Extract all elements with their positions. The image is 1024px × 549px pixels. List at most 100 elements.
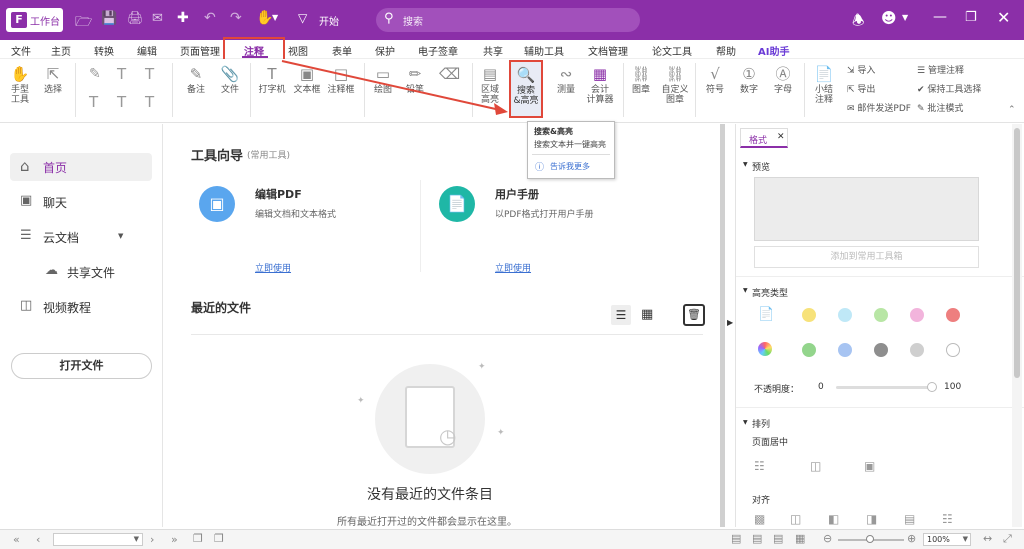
zoom-in-icon[interactable]: ⊕ [907,532,916,545]
main-scrollbar[interactable] [720,124,725,527]
grid-view-icon[interactable]: ▦ [641,305,653,325]
next-page-icon[interactable]: › [150,533,154,546]
fit-page-icon[interactable]: ↔ [983,532,992,545]
align-top-icon[interactable]: ▤ [904,512,915,526]
sidebar-cloud-label: 云文档 [43,231,80,245]
user-manual-desc: 以PDF格式打开用户手册 [495,210,594,220]
add-to-toolbox-button[interactable]: 添加到常用工具箱 [754,246,979,268]
align-center-icon[interactable]: ◫ [790,512,801,526]
edit-pdf-icon: ▣ [199,186,235,222]
recent-divider [191,334,703,335]
cloud-share-icon: ☁ [45,263,58,278]
zoom-select[interactable]: 100% ▼ [923,533,971,546]
sidebar-item-shared[interactable]: ☁ 共享文件 [10,258,152,286]
cover-page-icon[interactable]: ▦ [795,532,805,545]
sidebar-item-video[interactable]: ◫ 视频教程 [10,293,152,321]
copy-page-icon[interactable]: ❐ [193,532,203,545]
align-middle-icon[interactable]: ☷ [942,512,953,526]
color-swatch[interactable] [910,343,924,357]
tooltip-desc: 搜索文本并一键高亮 [534,140,606,149]
recent-files-title: 最近的文件 [191,301,252,315]
color-wheel-icon[interactable] [758,342,772,356]
opacity-slider[interactable] [836,382,937,392]
zoom-slider-knob[interactable] [866,535,874,543]
add-to-toolbox-label: 添加到常用工具箱 [830,252,903,262]
align-bottom-icon[interactable]: ▩ [754,512,765,526]
page-number-input[interactable]: ▼ [53,533,143,546]
format-panel: 格式 ✕ 预览 ▼ 添加到常用工具箱 ▼ 高亮类型 📄 不透明度： 0 100 … [735,124,1024,527]
guide-title: 工具向导 [191,149,244,164]
continuous-page-icon[interactable]: ▤ [752,532,762,545]
open-file-label: 打开文件 [59,359,104,372]
arrow-line [281,60,501,111]
panel-scrollbar[interactable] [1012,124,1022,527]
align-right-icon[interactable]: ◨ [866,512,877,526]
center-vertical-icon[interactable]: ◫ [810,459,821,473]
color-swatch[interactable] [874,308,888,322]
prev-page-icon[interactable]: ‹ [36,533,40,546]
align-label: 对齐 [752,496,771,506]
color-swatch[interactable] [802,308,816,322]
color-swatch[interactable] [838,343,852,357]
left-sidebar: ⌂ 首页 ▣ 聊天 ☰ 云文档 ▼ ☁ 共享文件 ◫ 视频教程 打开文件 [0,124,163,527]
color-swatch[interactable] [946,308,960,322]
format-tab[interactable]: 格式 ✕ [740,128,788,148]
edit-pdf-use-link[interactable]: 立即使用 [255,261,291,274]
tooltip-title: 搜索&高亮 [534,127,573,136]
highlight-type-label: 高亮类型 [752,289,789,299]
cloud-doc-icon: ☰ [20,228,32,243]
tooltip-divider [532,154,610,155]
custom-doc-icon[interactable]: 📄 [758,307,774,322]
first-page-icon[interactable]: « [13,533,20,546]
zoom-chevron-icon[interactable]: ▼ [963,535,968,543]
panel-toggle-icon[interactable]: ▶ [727,318,733,327]
empty-clock-icon: ◷ [439,424,457,448]
tool-card-edit-pdf[interactable]: ▣ 编辑PDF 编辑文档和文本格式 立即使用 [193,180,413,275]
center-horizontal-icon[interactable]: ☷ [754,459,765,473]
section-divider [736,407,1024,408]
opacity-slider-knob[interactable] [927,382,937,392]
sidebar-video-label: 视频教程 [43,301,92,315]
page-chevron-icon[interactable]: ▼ [134,535,139,543]
sparkle-icon: ✦ [478,362,486,372]
paste-page-icon[interactable]: ❐ [214,532,224,545]
sidebar-item-chat[interactable]: ▣ 聊天 [10,188,152,216]
color-swatch[interactable] [838,308,852,322]
last-page-icon[interactable]: » [171,533,178,546]
color-swatch[interactable] [874,343,888,357]
main-content: 工具向导 (常用工具) ▣ 编辑PDF 编辑文档和文本格式 立即使用 📄 用户手… [163,124,724,527]
open-file-button[interactable]: 打开文件 [11,353,152,379]
panel-scrollbar-thumb[interactable] [1014,128,1020,378]
search-highlight-tooltip: 搜索&高亮 搜索文本并一键高亮 ⓘ 告诉我更多 [527,121,615,179]
facing-page-icon[interactable]: ▤ [773,532,783,545]
close-tab-icon[interactable]: ✕ [777,132,785,142]
tooltip-more-link[interactable]: 告诉我更多 [550,161,590,172]
sidebar-item-cloud[interactable]: ☰ 云文档 ▼ [10,223,152,251]
collapse-icon: ▼ [743,419,748,426]
cloud-chevron-icon[interactable]: ▼ [118,232,123,240]
collapse-icon: ▼ [743,161,748,168]
delete-history-icon[interactable]: 🗑 [683,304,705,326]
fullscreen-icon[interactable]: ⤢ [1003,532,1012,546]
color-swatch[interactable] [946,343,960,357]
color-swatch[interactable] [910,308,924,322]
sidebar-shared-label: 共享文件 [67,266,116,280]
zoom-out-icon[interactable]: ⊖ [823,532,832,545]
tool-card-user-manual[interactable]: 📄 用户手册 以PDF格式打开用户手册 立即使用 [433,180,663,275]
sidebar-item-home[interactable]: ⌂ 首页 [10,153,152,181]
list-view-icon[interactable]: ☰ [611,305,631,325]
opacity-min: 0 [818,382,824,392]
preview-box [754,177,979,241]
single-page-icon[interactable]: ▤ [731,532,741,545]
align-left-icon[interactable]: ◧ [828,512,839,526]
collapse-icon: ▼ [743,287,748,294]
user-manual-use-link[interactable]: 立即使用 [495,261,531,274]
user-manual-title: 用户手册 [495,188,539,201]
sparkle-icon: ✦ [497,428,505,438]
home-icon: ⌂ [20,157,30,175]
empty-state-illustration: ◷ [375,364,485,474]
zoom-slider[interactable] [838,535,904,543]
sidebar-chat-label: 聊天 [43,196,68,210]
center-both-icon[interactable]: ▣ [864,459,875,473]
color-swatch[interactable] [802,343,816,357]
